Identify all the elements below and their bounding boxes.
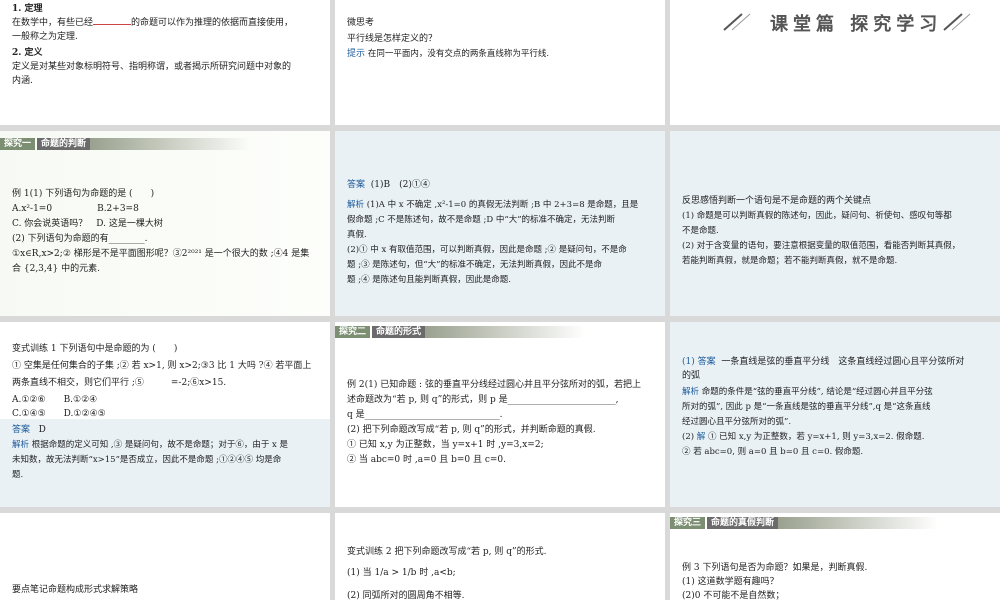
heading-theorem: 1. 定理 — [12, 4, 43, 14]
ans2-line-1: (1) 答案 一条直线是弦的垂直平分线 这条直线经过圆心且平分弦所对 — [682, 357, 965, 367]
ex1-line-3: C. 你会说英语吗？ D. 这是一棵大树 — [12, 219, 163, 229]
slide-micro-thinking: 微思考 平行线是怎样定义的？ 提示 在同一平面内，没有交点的两条直线称为平行线. — [335, 0, 665, 125]
slide-example-2: 探究二 命题的形式 例 2(1) 已知命题 : 弦的垂直平分线经过圆心并且平分弦所… — [335, 322, 665, 507]
slide-example-1: 探究一 命题的判断 例 1(1) 下列语句为命题的是 ( ) A.x²-1=0 B… — [0, 131, 330, 316]
section-tag: 探究二 命题的形式 — [335, 326, 586, 338]
var1-exp-3: 题. — [12, 470, 24, 480]
ex3-line-2: (1) 这道数学题有趣吗？ — [682, 577, 779, 587]
left-slash-icon — [723, 13, 751, 31]
ex2-line-5: ① 已知 x,y 为正整数，当 y=x+1 时 ,y=3,x=2; — [347, 440, 544, 450]
var1-line-1: 变式训练 1 下列语句中是命题的为 ( ) — [12, 344, 178, 354]
analysis-line-1: 解析 (1)A 中 x 不确定 ,x²-1=0 的真假无法判断 ;B 中 2+3… — [347, 200, 639, 210]
section-tag: 探究三 命题的真假判断 — [670, 517, 939, 529]
slide-example-3: 探究三 命题的真假判断 例 3 下列语句是否为命题？如果是，判断真假. (1) 这… — [670, 513, 1000, 600]
ans2-exp-3: 经过圆心且平分弦所对的弧”. — [682, 417, 792, 427]
ex2-line-4: (2) 把下列命题改写成“若 p, 则 q”的形式，并判断命题的真假. — [347, 425, 596, 435]
theorem-line-2: 一般称之为定理. — [12, 32, 78, 42]
banner-title: 课堂篇 探究学习 — [770, 14, 943, 35]
reflection-line-4: 若能判断真假，就是命题；若不能判断真假，就不是命题. — [682, 256, 898, 266]
heading-definition: 2. 定义 — [12, 48, 43, 58]
ans2-sol-1: (2) 解 ① 已知 x,y 为正整数，若 y=x+1, 则 y=3,x=2. … — [682, 432, 925, 442]
analysis-line-6: 题 ;④ 是陈述句且能判断真假，因此是命题. — [347, 275, 511, 285]
reflection-line-3: (2) 对于含变量的语句，要注意根据变量的取值范围，看能否判断其真假， — [682, 241, 961, 251]
ex2-line-3: q 是______________________________. — [347, 410, 503, 420]
slide-definitions: 1. 定理 在数学中，有些已经 的命题可以作为推理的依据而直接使用， 一般称之为定… — [0, 0, 330, 125]
analysis-line-5: 题 ;③ 是陈述句，但“大”的标准不确定，无法判断真假，因此不是命 — [347, 260, 602, 270]
var1-exp-2: 未知数，故无法判断“x>15”是否成立，因此不是命题 ;①②④⑤ 均是命 — [12, 455, 282, 465]
ex1-line-4: (2) 下列语句为命题的有________. — [12, 234, 148, 244]
slide-answer-1: 答案 (1)B (2)①④ 解析 (1)A 中 x 不确定 ,x²-1=0 的真… — [335, 131, 665, 316]
micro-question: 平行线是怎样定义的？ — [347, 34, 438, 44]
var1-answer-box: 答案 D 解析 根据命题的定义可知 ,③ 是疑问句，故不是命题；对于⑥，由于 x… — [0, 419, 330, 507]
ex1-line-6: 合 {2,3,4} 中的元素. — [12, 264, 100, 274]
definition-line: 定义是对某些对象标明符号、指明称谓，或者揭示所研究问题中对象的 — [12, 62, 292, 72]
var2-line-2: (1) 当 1/a > 1/b 时 ,a<b; — [347, 568, 456, 578]
ex1-line-1: 例 1(1) 下列语句为命题的是 ( ) — [12, 189, 155, 199]
slide-variant-1: 变式训练 1 下列语句中是命题的为 ( ) ① 空集是任何集合的子集 ;② 若 … — [0, 322, 330, 507]
ex2-line-1: 例 2(1) 已知命题 : 弦的垂直平分线经过圆心并且平分弦所对的弧，若把上 — [347, 380, 641, 390]
micro-heading: 微思考 — [347, 18, 375, 28]
key-note-title: 要点笔记命题构成形式求解策略 — [12, 585, 139, 595]
var1-line-3: 两条直线不相交，则它们平行 ;⑤ =-2;⑥x>15. — [12, 378, 227, 388]
ans2-sol-2: ② 若 abc=0, 则 a=0 且 b=0 且 c=0. 假命题. — [682, 447, 864, 457]
section-tag: 探究一 命题的判断 — [0, 138, 251, 150]
ex3-line-1: 例 3 下列语句是否为命题？如果是，判断真假. — [682, 563, 868, 573]
slide-answer-2: (1) 答案 一条直线是弦的垂直平分线 这条直线经过圆心且平分弦所对 的弧 解析… — [670, 322, 1000, 507]
ex1-line-2: A.x²-1=0 B.2+3=8 — [12, 204, 139, 214]
analysis-line-4: (2)① 中 x 有取值范围，可以判断真假，因此是命题 ;② 是疑问句，不是命 — [347, 245, 627, 255]
slide-key-note: 要点笔记命题构成形式求解策略 — [0, 513, 330, 600]
ans2-exp-1: 解析 命题的条件是“弦的垂直平分线”, 结论是“经过圆心并且平分弦 — [682, 387, 933, 397]
ex1-line-5: ①x∈R,x>2;② 梯形是不是平面图形呢？③2²⁰²¹ 是一个很大的数 ;④4… — [12, 249, 310, 259]
var1-exp-1: 解析 根据命题的定义可知 ,③ 是疑问句，故不是命题；对于⑥，由于 x 是 — [12, 440, 289, 450]
answer-line: 答案 (1)B (2)①④ — [347, 180, 430, 190]
var2-line-1: 变式训练 2 把下列命题改写成“若 p, 则 q”的形式. — [347, 547, 547, 557]
slide-reflection: 反思感悟判断一个语句是不是命题的两个关键点 (1) 命题是可以判断真假的陈述句，… — [670, 131, 1000, 316]
analysis-line-2: 假命题 ;C 不是陈述句，故不是命题 ;D 中“大”的标准不确定，无法判断 — [347, 215, 616, 225]
var2-line-3: (2) 同弧所对的圆周角不相等. — [347, 591, 465, 600]
theorem-line: 在数学中，有些已经 的命题可以作为推理的依据而直接使用， — [12, 18, 294, 28]
ans2-line-2: 的弧 — [682, 371, 701, 381]
var1-answer: 答案 D — [12, 425, 46, 435]
ex2-line-6: ② 当 abc=0 时 ,a=0 且 b=0 且 c=0. — [347, 455, 507, 465]
var1-line-2: ① 空集是任何集合的子集 ;② 若 x>1, 则 x>2;③3 比 1 大吗 ?… — [12, 361, 312, 371]
slide-banner: 课堂篇 探究学习 — [670, 0, 1000, 125]
right-slash-icon — [943, 13, 971, 31]
section-banner: 课堂篇 探究学习 — [700, 10, 971, 35]
ans2-exp-2: 所对的弧”, 因此 p 是“一条直线是弦的垂直平分线”,q 是“这条直线 — [682, 402, 931, 412]
reflection-line-2: 不是命题. — [682, 226, 719, 236]
blank-underline — [93, 24, 132, 25]
slide-variant-2: 变式训练 2 把下列命题改写成“若 p, 则 q”的形式. (1) 当 1/a … — [335, 513, 665, 600]
ex3-line-3: (2)0 不可能不是自然数； — [682, 591, 785, 600]
analysis-line-3: 真假. — [347, 230, 367, 240]
micro-hint: 提示 在同一平面内，没有交点的两条直线称为平行线. — [347, 49, 550, 59]
definition-line-2: 内涵. — [12, 76, 33, 86]
reflection-line-1: (1) 命题是可以判断真假的陈述句，因此，疑问句、祈使句、感叹句等都 — [682, 211, 952, 221]
var1-line-4: A.①②⑥ B.①②④ — [12, 395, 98, 405]
reflection-heading: 反思感悟判断一个语句是不是命题的两个关键点 — [682, 196, 872, 206]
ex2-line-2: 述命题改为“若 p, 则 q”的形式，则 p 是________________… — [347, 395, 619, 405]
